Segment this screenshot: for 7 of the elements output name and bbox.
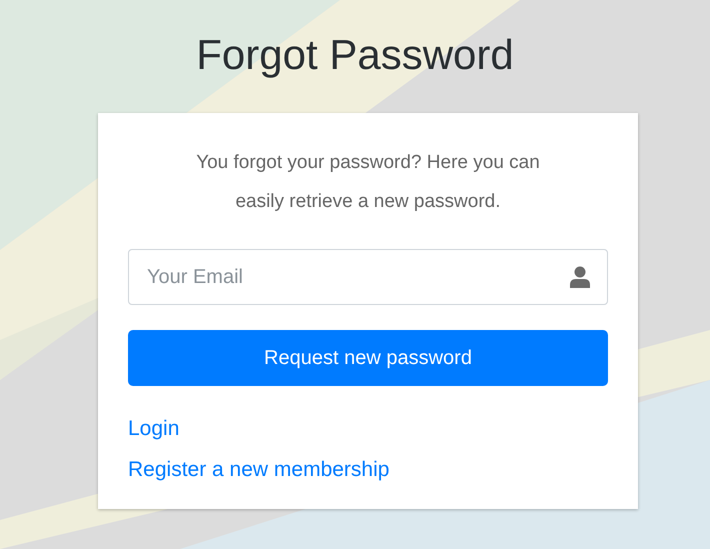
text-link[interactable]: Login	[128, 414, 180, 444]
email-field[interactable]: Your Email	[128, 249, 608, 305]
user-icon	[570, 266, 590, 288]
request-password-button[interactable]: Request new password	[128, 330, 608, 386]
text-link[interactable]: Register a new membership	[128, 455, 390, 485]
page-title: Forgot Password	[196, 30, 514, 80]
instruction-text: You forgot your password? Here you can easily retrieve a new password.	[195, 151, 541, 214]
